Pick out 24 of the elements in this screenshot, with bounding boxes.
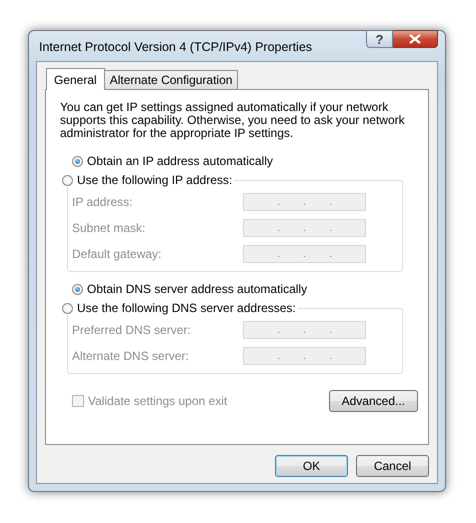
advanced-button[interactable]: Advanced...: [328, 390, 418, 412]
tab[interactable]: Alternate Configuration: [104, 70, 238, 89]
dialog-button[interactable]: OK: [275, 455, 348, 477]
radio-button[interactable]: [62, 174, 73, 186]
help-button[interactable]: ?: [366, 30, 393, 48]
radio-label: Use the following IP address:: [77, 173, 232, 187]
field-label: Subnet mask:: [72, 221, 146, 235]
radio-button[interactable]: [72, 284, 83, 294]
radio-label: Obtain DNS server address automatically: [87, 282, 308, 296]
field-label: IP address:: [72, 195, 134, 209]
field-label: Default gateway:: [72, 247, 162, 261]
close-icon: [409, 34, 421, 44]
tab[interactable]: General: [46, 68, 105, 90]
radio-button[interactable]: [72, 156, 83, 166]
intro-text: You can get IP settings assigned automatically if your network supports this capability. Otherwise, you need to ask your network administrator for the appropriate IP settings.: [60, 101, 405, 140]
radio-label: Obtain an IP address automatically: [87, 154, 273, 168]
field-label: Preferred DNS server:: [72, 323, 192, 337]
radio-button[interactable]: [62, 302, 73, 314]
field-label: Alternate DNS server:: [72, 349, 190, 363]
close-button[interactable]: [393, 30, 438, 48]
radio-label: Use the following DNS server addresses:: [77, 301, 296, 315]
checkbox-label: Validate settings upon exit: [88, 394, 228, 408]
window-title: Internet Protocol Version 4 (TCP/IPv4) Properties: [39, 40, 314, 54]
dialog-button[interactable]: Cancel: [356, 455, 429, 477]
